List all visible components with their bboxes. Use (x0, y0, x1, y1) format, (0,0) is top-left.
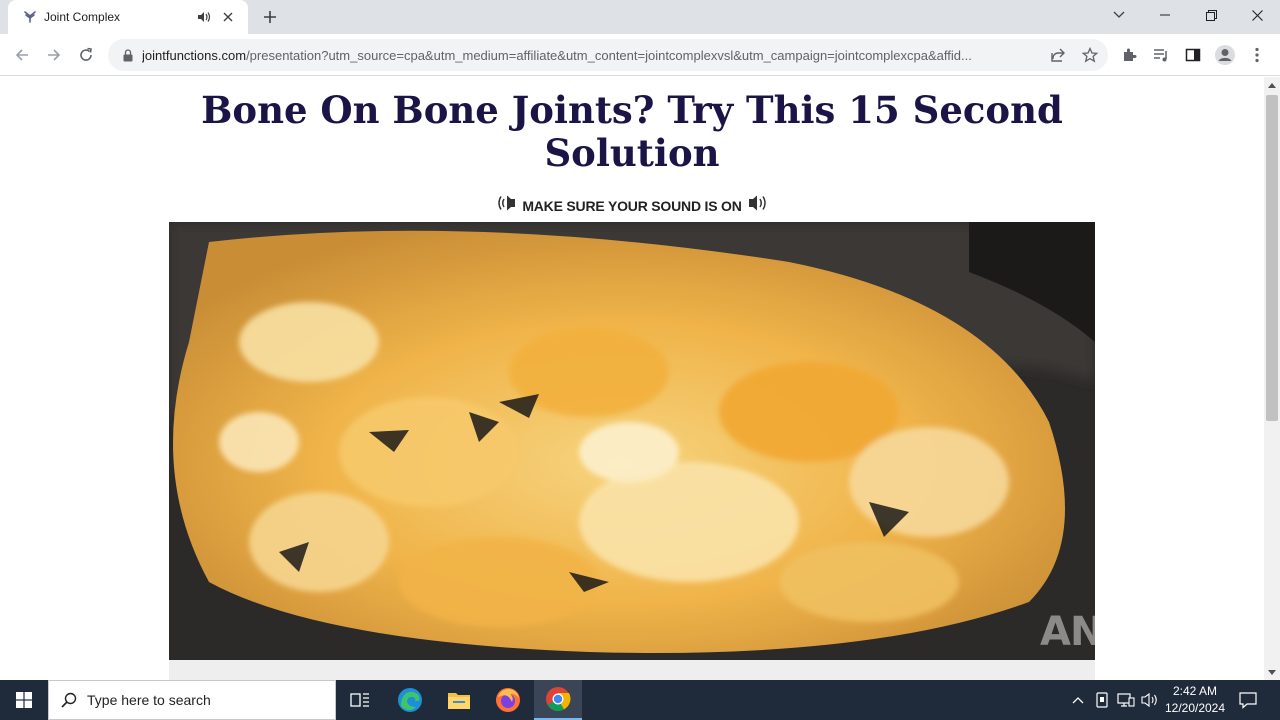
notification-icon (1239, 692, 1257, 709)
address-bar[interactable]: jointfunctions.com/presentation?utm_sour… (108, 39, 1108, 71)
tray-show-hidden-chevron-icon[interactable] (1068, 690, 1088, 710)
speaker-right-icon (748, 194, 768, 217)
sales-video-player[interactable] (169, 222, 1095, 660)
url-path: /presentation?utm_source=cpa&utm_medium=… (246, 47, 972, 63)
scroll-thumb[interactable] (1266, 95, 1278, 421)
web-page: Bone On Bone Joints? Try This 15 Second … (0, 77, 1264, 680)
new-tab-button[interactable] (258, 5, 282, 29)
media-control-icon[interactable] (1145, 39, 1177, 71)
tab-joint-complex[interactable]: Joint Complex (8, 0, 248, 34)
edge-icon (398, 688, 422, 712)
extensions-puzzle-icon[interactable] (1114, 39, 1146, 71)
scroll-up-arrow-icon[interactable] (1264, 77, 1280, 93)
lock-icon[interactable] (120, 47, 136, 63)
sound-notice-text: MAKE SURE YOUR SOUND IS ON (522, 197, 742, 214)
anyrun-watermark: ANY RUN (1040, 609, 1238, 655)
folder-icon (448, 693, 470, 709)
page-scrollbar[interactable] (1264, 77, 1280, 680)
start-button[interactable] (0, 680, 48, 720)
video-frame-scrambled-eggs (169, 222, 1095, 660)
chrome-icon (546, 687, 571, 712)
search-icon (61, 692, 77, 708)
bookmark-star-icon[interactable] (1078, 43, 1102, 67)
taskbar-search-box[interactable]: Type here to search (48, 680, 336, 720)
clock-time: 2:42 AM (1172, 684, 1218, 698)
notification-center-button[interactable] (1236, 688, 1260, 712)
browser-toolbar: jointfunctions.com/presentation?utm_sour… (0, 34, 1280, 76)
tab-search-chevron-icon[interactable] (1096, 0, 1142, 30)
url-text[interactable]: jointfunctions.com/presentation?utm_sour… (142, 48, 1042, 63)
windows-logo-icon (16, 692, 32, 708)
firefox-app-button[interactable] (484, 680, 532, 720)
tray-device-icon[interactable] (1092, 690, 1112, 710)
volume-icon[interactable] (1140, 690, 1160, 710)
page-headline: Bone On Bone Joints? Try This 15 Second … (201, 88, 1063, 175)
tab-audio-playing-icon[interactable] (194, 7, 214, 27)
close-window-button[interactable] (1234, 0, 1280, 30)
task-view-button[interactable] (336, 680, 384, 720)
firefox-icon (496, 688, 520, 712)
scroll-down-arrow-icon[interactable] (1264, 664, 1280, 680)
profile-avatar-icon[interactable] (1209, 39, 1241, 71)
minimize-button[interactable] (1142, 0, 1188, 30)
tab-title: Joint Complex (44, 10, 121, 24)
chrome-menu-icon[interactable] (1241, 39, 1273, 71)
clock-date: 12/20/2024 (1164, 701, 1226, 715)
forward-button[interactable] (38, 39, 70, 71)
search-placeholder: Type here to search (87, 692, 211, 708)
system-clock[interactable]: 2:42 AM 12/20/2024 (1160, 683, 1230, 717)
reload-button[interactable] (70, 39, 102, 71)
restore-button[interactable] (1188, 0, 1234, 30)
tab-close-icon[interactable] (218, 7, 238, 27)
side-panel-icon[interactable] (1177, 39, 1209, 71)
windows-taskbar: Type here to search 2:42 AM 12/20/2024 (0, 680, 1280, 720)
chrome-app-button[interactable] (534, 680, 582, 720)
share-icon[interactable] (1046, 43, 1070, 67)
task-view-icon (350, 693, 369, 707)
speaker-left-icon (496, 194, 516, 217)
back-button[interactable] (6, 39, 38, 71)
network-icon[interactable] (1116, 690, 1136, 710)
file-explorer-button[interactable] (435, 680, 483, 720)
site-favicon-icon (22, 9, 38, 25)
url-host: jointfunctions.com (142, 47, 247, 63)
video-bottom-bar (169, 660, 1095, 680)
tab-strip: Joint Complex (0, 0, 1280, 34)
sound-notice: MAKE SURE YOUR SOUND IS ON (0, 194, 1264, 217)
edge-app-button[interactable] (386, 680, 434, 720)
